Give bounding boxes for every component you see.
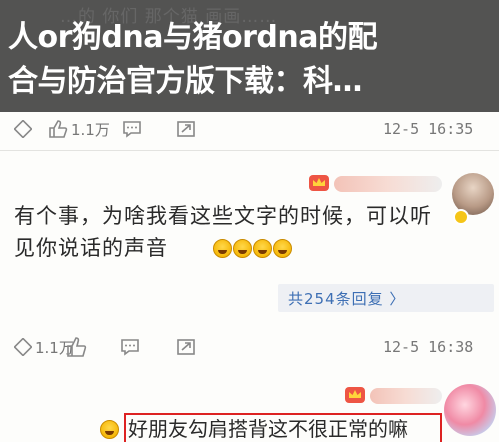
username-blurred-next <box>370 388 442 404</box>
like-button[interactable]: 1.1万 <box>48 113 110 145</box>
thumbs-up-icon <box>67 337 87 357</box>
comment-text-line1: 有个事，为啥我看这些文字的时候，可以听 <box>14 204 432 228</box>
crown-icon <box>309 175 329 191</box>
share-icon <box>177 121 195 137</box>
title-line-2: 合与防治官方版下载：科… <box>8 64 363 99</box>
comment-text-partial: 好朋友勾肩搭背这不很正常的嘛 <box>128 417 408 441</box>
forward-button[interactable]: 1.1万 <box>14 331 74 363</box>
laughing-emoji-icon <box>273 239 292 258</box>
action-bar-top: 1.1万 12-5 16:35 <box>0 113 499 145</box>
forward-button[interactable] <box>14 113 32 145</box>
share-button[interactable] <box>176 113 196 145</box>
comment-icon <box>123 121 141 138</box>
comment-button[interactable] <box>120 331 140 363</box>
comment-button[interactable] <box>122 113 142 145</box>
username-blurred <box>334 176 442 192</box>
title-line-1: 人or狗dna与猪ordna的配 <box>8 20 377 55</box>
comment-icon <box>121 339 139 356</box>
forward-icon <box>14 120 32 138</box>
like-button[interactable] <box>66 331 88 363</box>
like-count: 1.1万 <box>71 120 110 139</box>
comment-timestamp-top: 12-5 16:35 <box>383 120 474 138</box>
view-replies-link[interactable]: 共254条回复 〉 <box>278 284 494 312</box>
share-icon <box>177 339 195 355</box>
crown-icon <box>345 387 365 403</box>
action-bar-bottom: 1.1万 12-5 16:38 <box>0 331 499 363</box>
laughing-emoji-icon <box>253 239 272 258</box>
emoji-row-next <box>100 420 119 439</box>
forward-icon <box>14 338 32 356</box>
emoji-row <box>213 239 292 258</box>
comment-card: 有个事，为啥我看这些文字的时候，可以听 见你说话的声音 共254条回复 〉 <box>0 151 499 326</box>
laughing-emoji-icon <box>233 239 252 258</box>
comment-actions-panel: 1.1万 12-5 16:38 好朋友勾肩搭背这不很正常的嘛 <box>0 326 499 442</box>
article-title: 人or狗dna与猪ordna的配 合与防治官方版下载：科… <box>8 16 493 104</box>
laughing-emoji-icon <box>213 239 232 258</box>
comment-text-line2: 见你说话的声音 <box>14 236 168 260</box>
thumbs-up-icon <box>49 120 68 138</box>
title-overlay: …的 你们 那个猫 画画…… 人or狗dna与猪ordna的配 合与防治官方版下… <box>0 0 499 112</box>
comment-timestamp: 12-5 16:38 <box>383 338 474 356</box>
avatar-next <box>444 384 496 436</box>
verified-badge-icon <box>453 209 469 225</box>
share-button[interactable] <box>176 331 196 363</box>
laughing-emoji-icon <box>100 420 119 439</box>
